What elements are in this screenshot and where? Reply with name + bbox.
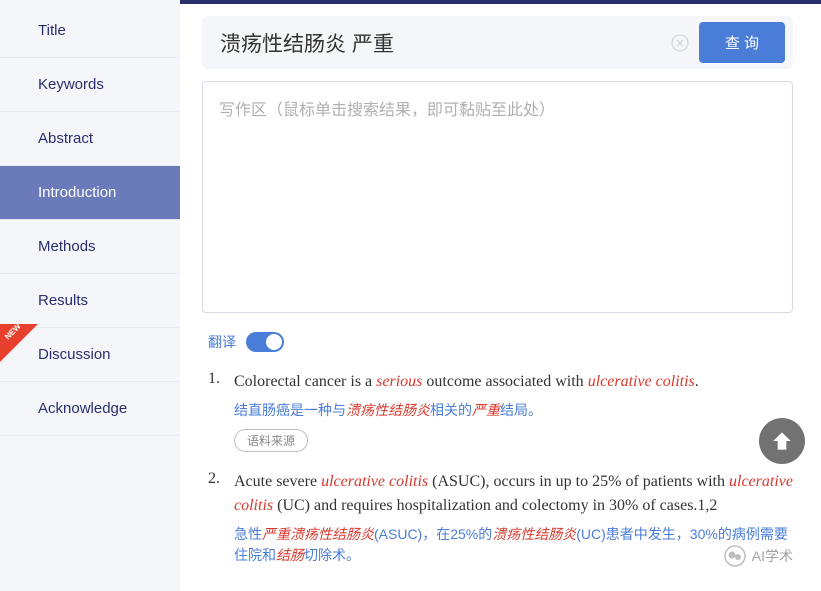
toggle-knob — [266, 334, 282, 350]
main-content: 查 询 翻译 1. Colorectal cancer is a serious… — [180, 0, 821, 591]
sidebar-item-methods[interactable]: Methods — [0, 220, 180, 274]
source-button[interactable]: 语料来源 — [234, 429, 308, 452]
sidebar-item-title[interactable]: Title — [0, 4, 180, 58]
result-number: 2. — [208, 470, 220, 566]
sidebar-item-introduction[interactable]: Introduction — [0, 166, 180, 220]
result-translation: 结直肠癌是一种与溃疡性结肠炎相关的严重结局。 — [234, 400, 793, 421]
sidebar-item-acknowledge[interactable]: Acknowledge — [0, 382, 180, 436]
watermark: AI学术 — [724, 545, 793, 567]
translate-label: 翻译 — [208, 332, 236, 352]
scroll-top-button[interactable] — [759, 418, 805, 464]
clear-icon[interactable] — [671, 34, 689, 52]
results-list: 1. Colorectal cancer is a serious outcom… — [202, 370, 793, 566]
sidebar-item-results[interactable]: Results — [0, 274, 180, 328]
arrow-up-icon — [769, 428, 795, 454]
result-body: Colorectal cancer is a serious outcome a… — [234, 370, 793, 452]
result-item[interactable]: 2. Acute severe ulcerative colitis (ASUC… — [208, 470, 793, 566]
result-english: Acute severe ulcerative colitis (ASUC), … — [234, 470, 793, 518]
result-number: 1. — [208, 370, 220, 452]
translate-row: 翻译 — [208, 332, 793, 352]
wechat-icon — [724, 545, 746, 567]
watermark-text: AI学术 — [752, 546, 793, 566]
result-translation: 急性严重溃疡性结肠炎(ASUC)，在25%的溃疡性结肠炎(UC)患者中发生，30… — [234, 524, 793, 566]
result-item[interactable]: 1. Colorectal cancer is a serious outcom… — [208, 370, 793, 452]
result-english: Colorectal cancer is a serious outcome a… — [234, 370, 793, 394]
sidebar: Title Keywords Abstract Introduction Met… — [0, 0, 180, 591]
result-body: Acute severe ulcerative colitis (ASUC), … — [234, 470, 793, 566]
translate-toggle[interactable] — [246, 332, 284, 352]
search-input[interactable] — [210, 25, 661, 61]
new-badge: NEW — [0, 324, 38, 366]
sidebar-item-abstract[interactable]: Abstract — [0, 112, 180, 166]
query-button[interactable]: 查 询 — [699, 22, 785, 63]
search-row: 查 询 — [202, 16, 793, 69]
sidebar-item-keywords[interactable]: Keywords — [0, 58, 180, 112]
write-area[interactable] — [202, 81, 793, 313]
